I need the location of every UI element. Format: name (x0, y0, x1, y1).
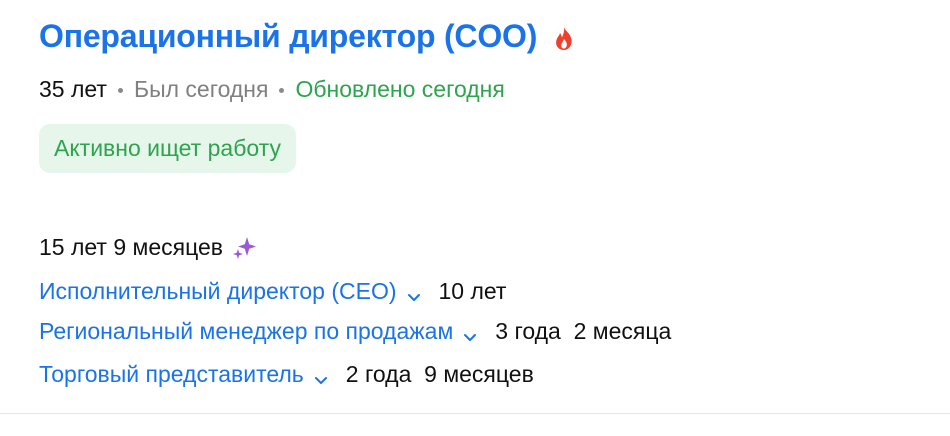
job-duration-text: 10 лет (438, 278, 507, 304)
separator-dot (117, 88, 123, 93)
chevron-down-icon[interactable] (313, 367, 329, 384)
job-duration-text: 2 года 9 месяцев (345, 361, 534, 387)
age-text: 35 лет (39, 76, 107, 102)
fire-icon (550, 25, 578, 53)
last-seen-text: Был сегодня (133, 76, 269, 102)
experience-total-text: 15 лет 9 месяцев (39, 233, 224, 260)
sparkle-icon[interactable] (231, 233, 259, 261)
updated-text: Обновлено сегодня (295, 76, 505, 102)
job-duration-text: 3 года 2 месяца (495, 318, 672, 344)
experience-item: Торговый представитель 2 года 9 месяцев (39, 361, 534, 388)
resume-meta-row: 35 лет Был сегодня Обновлено сегодня (39, 76, 505, 103)
divider (0, 413, 950, 414)
experience-item: Исполнительный директор (CEO) 10 лет (39, 278, 506, 305)
job-search-status-badge: Активно ищет работу (39, 124, 296, 173)
chevron-down-icon[interactable] (406, 284, 422, 301)
resume-title-row: Операционный директор (COO) (39, 18, 578, 55)
resume-title-link[interactable]: Операционный директор (COO) (39, 18, 537, 55)
job-title-link[interactable]: Региональный менеджер по продажам (39, 318, 453, 345)
experience-item: Региональный менеджер по продажам 3 года… (39, 318, 671, 345)
chevron-down-icon[interactable] (462, 324, 478, 341)
experience-total-row: 15 лет 9 месяцев (39, 233, 259, 261)
job-title-link[interactable]: Торговый представитель (39, 361, 304, 388)
separator-dot (279, 88, 285, 93)
resume-card: Операционный директор (COO) 35 лет Был с… (0, 0, 950, 436)
job-title-link[interactable]: Исполнительный директор (CEO) (39, 278, 397, 305)
